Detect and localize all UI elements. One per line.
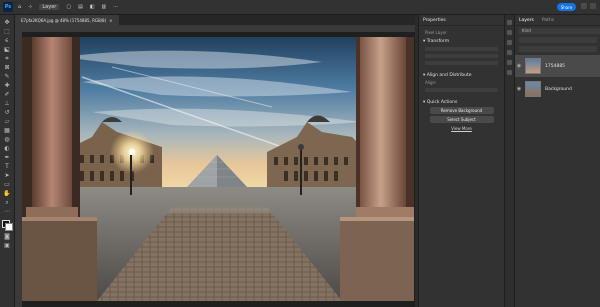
home-icon[interactable]: ⌂	[18, 4, 21, 10]
gradient-tool-icon[interactable]: ▦	[3, 127, 11, 134]
layer-row-1[interactable]: ◉ 1754885	[515, 55, 600, 77]
history-panel-icon[interactable]	[507, 20, 512, 25]
transform-section-header[interactable]: ▾ Transform	[419, 39, 504, 44]
options-icon[interactable]: ▢	[66, 4, 71, 10]
dodge-tool-icon[interactable]: ◐	[3, 145, 11, 152]
view-more-link[interactable]: View More	[419, 126, 504, 131]
transform-height-field[interactable]	[425, 54, 498, 58]
document-tab-title: E7pfa2KQ6A.jpg @ 48% (1754885, RGB/8)	[21, 17, 107, 23]
adjustments-panel-icon[interactable]	[507, 30, 512, 35]
menu-item-layer[interactable]: Layer	[39, 4, 60, 10]
share-button[interactable]: Share	[557, 3, 576, 11]
eye-icon[interactable]: ◉	[515, 63, 523, 69]
brush-tool-icon[interactable]: ✐	[3, 91, 11, 98]
more-tools-icon[interactable]: ⋯	[3, 208, 11, 215]
quick-actions-header[interactable]: ▾ Quick Actions	[419, 100, 504, 105]
object-select-tool-icon[interactable]: ⬕	[3, 46, 11, 53]
workspace-icon[interactable]	[590, 3, 596, 9]
options-icon-3[interactable]: ◧	[90, 4, 95, 10]
photoshop-logo: Ps	[3, 2, 13, 12]
lasso-tool-icon[interactable]: ϵ	[3, 37, 11, 44]
tools-panel: ✥ ⬚ ϵ ⬕ ⌗ ⊠ ✎ ✚ ✐ ⊥ ↺ ▱ ▦ ◍ ◐ ✒ T ➤ ▭ ✋ …	[0, 15, 15, 307]
path-select-tool-icon[interactable]: ➤	[3, 172, 11, 179]
crop-tool-icon[interactable]: ⌗	[3, 55, 11, 62]
layer-thumbnail	[525, 81, 541, 97]
search-icon[interactable]	[581, 3, 587, 9]
layer-name: Background	[545, 86, 572, 92]
app-menu-bar: Ps ⌂ ⊹ Layer ▢ ▤ ◧ ▥ ⋯ Share	[0, 0, 600, 15]
options-icon-5[interactable]: ⋯	[113, 4, 118, 10]
history-brush-tool-icon[interactable]: ↺	[3, 109, 11, 116]
type-tool-icon[interactable]: T	[3, 163, 11, 170]
quick-mask-icon[interactable]: ◙	[3, 233, 11, 240]
tab-paths[interactable]: Paths	[542, 18, 554, 23]
options-icon-4[interactable]: ▥	[102, 4, 107, 10]
move-tool-icon[interactable]: ✥	[3, 19, 11, 26]
healing-tool-icon[interactable]: ✚	[3, 82, 11, 89]
layer-thumbnail	[525, 58, 541, 74]
properties-panel: Properties Pixel Layer ▾ Transform ▾ Ali…	[418, 15, 504, 307]
kind-filter[interactable]: Kind	[522, 28, 531, 33]
screen-mode-icon[interactable]: ▣	[3, 242, 11, 249]
properties-tab[interactable]: Properties	[419, 15, 504, 26]
select-subject-button[interactable]: Select Subject	[429, 116, 494, 123]
layer-type-label: Pixel Layer	[425, 30, 447, 35]
eyedropper-tool-icon[interactable]: ✎	[3, 73, 11, 80]
options-icon-2[interactable]: ▤	[78, 4, 83, 10]
blend-mode-row[interactable]	[519, 37, 597, 43]
align-sub-label: Align:	[425, 80, 437, 85]
transform-angle-field[interactable]	[425, 61, 498, 65]
align-label: Align and Distribute	[426, 73, 472, 78]
remove-background-button[interactable]: Remove Background	[429, 107, 494, 114]
canvas-area[interactable]	[22, 32, 415, 307]
lock-row[interactable]	[519, 46, 597, 52]
swatches-panel-icon[interactable]	[507, 60, 512, 65]
align-buttons-row[interactable]	[425, 88, 498, 92]
hand-tool-icon[interactable]: ✋	[3, 190, 11, 197]
canvas-image	[22, 37, 414, 301]
frame-tool-icon[interactable]: ⊠	[3, 64, 11, 71]
character-panel-icon[interactable]	[507, 70, 512, 75]
layers-tab-bar: Layers Paths	[515, 15, 600, 26]
zoom-tool-icon[interactable]: ⌕	[3, 199, 11, 206]
panel-icon-strip	[504, 15, 514, 307]
clone-stamp-tool-icon[interactable]: ⊥	[3, 100, 11, 107]
close-icon[interactable]: ×	[109, 18, 112, 23]
pen-tool-icon[interactable]: ✒	[3, 154, 11, 161]
tool-options-icon[interactable]: ⊹	[28, 4, 32, 10]
libraries-panel-icon[interactable]	[507, 40, 512, 45]
layer-name: 1754885	[545, 63, 566, 69]
color-panel-icon[interactable]	[507, 50, 512, 55]
shape-tool-icon[interactable]: ▭	[3, 181, 11, 188]
transform-width-field[interactable]	[425, 47, 498, 51]
layer-filter-row[interactable]: Kind	[519, 28, 600, 34]
eye-icon[interactable]: ◉	[515, 86, 523, 92]
transform-label: Transform	[426, 39, 450, 44]
document-tab[interactable]: E7pfa2KQ6A.jpg @ 48% (1754885, RGB/8) ×	[15, 15, 119, 25]
layers-panel: Layers Paths Kind ◉ 1754885 ◉ Background	[514, 15, 600, 307]
marquee-tool-icon[interactable]: ⬚	[3, 28, 11, 35]
menu-bar: ⌂ ⊹ Layer ▢ ▤ ◧ ▥ ⋯	[18, 0, 118, 14]
layer-row-2[interactable]: ◉ Background	[515, 78, 600, 100]
blur-tool-icon[interactable]: ◍	[3, 136, 11, 143]
document-tab-bar: E7pfa2KQ6A.jpg @ 48% (1754885, RGB/8) ×	[15, 15, 415, 25]
background-color-swatch[interactable]	[5, 223, 13, 231]
align-section-header[interactable]: ▾ Align and Distribute	[419, 73, 504, 78]
window-controls	[581, 3, 596, 9]
tab-layers[interactable]: Layers	[519, 18, 534, 23]
eraser-tool-icon[interactable]: ▱	[3, 118, 11, 125]
quick-actions-label: Quick Actions	[426, 100, 458, 105]
